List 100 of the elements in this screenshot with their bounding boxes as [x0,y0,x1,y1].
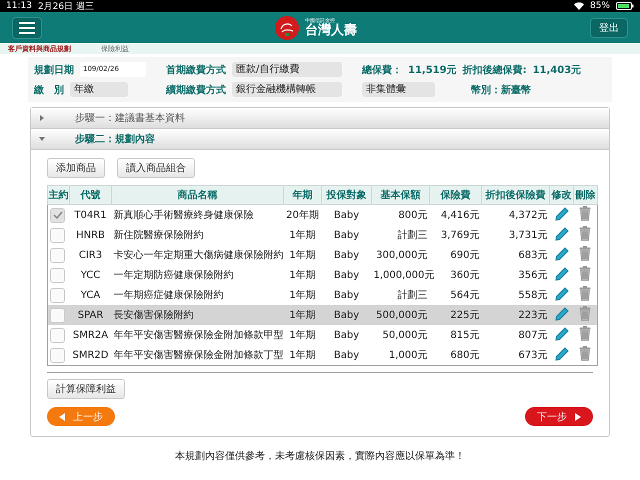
checkbox[interactable] [50,348,65,362]
calculate-button[interactable]: 計算保障利益 [47,379,125,399]
trash-icon[interactable] [579,286,592,301]
table-cell: 年年平安傷害醫療保險金附加條款丁型 [114,350,284,361]
table-cell: 673元 [518,350,548,361]
table-row[interactable]: CIR3 卡安心一年定期重大傷病健康保險附約 1年期 Baby 300,000元 690元 683元 [48,245,598,265]
checkbox[interactable] [50,328,65,342]
table-cell: 4,416元 [440,210,480,221]
table-row[interactable]: YCC 一年定期防癌健康保險附約 1年期 Baby 1,000,000元 360元 356元 [48,265,598,285]
table-cell: SMR2D [72,350,108,360]
table-cell: 680元 [450,350,480,361]
pencil-icon[interactable] [554,286,568,300]
table-row[interactable]: SPAR 長安傷害保險附約 1年期 Baby 500,000元 225元 223元 [48,305,598,325]
table-cell: 1年期 [289,310,316,321]
column-header: 刪除 [574,186,598,204]
table-cell: 815元 [450,330,480,341]
wifi-icon [574,2,584,10]
trash-icon[interactable] [579,346,592,361]
table-cell: 卡安心一年定期重大傷病健康保險附約 [114,250,284,261]
table-cell: 800元 [398,210,428,221]
menu-icon [19,22,35,34]
column-header: 修改 [550,186,574,204]
trash-icon[interactable] [579,306,592,321]
column-header: 年期 [284,186,322,204]
pencil-icon[interactable] [554,346,568,360]
group-billing-select[interactable]: 非集體彙 [362,82,435,97]
table-cell: SMR2A [72,330,108,340]
table-cell: 1年期 [289,250,316,261]
table-cell: 1年期 [289,290,316,301]
table-row[interactable]: SMR2D 年年平安傷害醫療保險金附加條款丁型 1年期 Baby 1,000元 680元 673元 [48,345,598,366]
table-cell: 1年期 [289,350,316,361]
action-button[interactable]: 讀入商品組合 [117,158,195,178]
pencil-icon[interactable] [554,206,568,220]
battery-percent: 85% [590,1,610,11]
table-cell: Baby [334,350,360,360]
date-text: 2月26日 週三 [38,0,94,12]
column-header: 主約 [48,186,70,204]
table-cell: 683元 [518,250,548,261]
table-cell: 1年期 [289,330,316,341]
logo-icon [275,16,299,40]
step-header[interactable]: 步驟一：建議書基本資料 [31,108,609,129]
payment-mode-select[interactable]: 年繳 [70,82,128,97]
trash-icon[interactable] [579,266,592,281]
table-cell: 長安傷害保險附約 [114,310,194,321]
first-payment-select[interactable]: 匯款/自行繳費 [232,62,342,77]
pencil-icon[interactable] [554,226,568,240]
table-row[interactable]: HNRB 新住院醫療保險附約 1年期 Baby 計劃三 3,769元 3,731元 [48,225,598,245]
renewal-payment-select[interactable]: 銀行金融機構轉帳 [232,82,342,97]
table-cell: 計劃三 [398,230,428,241]
table-row[interactable]: SMR2A 年年平安傷害醫療保險金附加條款甲型 1年期 Baby 50,000元 815元 807元 [48,325,598,345]
field-label: 繳 別 [34,84,64,96]
caret-right-icon [575,412,581,420]
table-row[interactable]: T04R1 新真順心手術醫療終身健康保險 20年期 Baby 800元 4,416元 4,372元 [48,204,598,225]
caret-icon [39,136,45,142]
caret-left-icon [59,412,65,420]
trash-icon[interactable] [579,326,592,341]
table-cell: Baby [334,290,360,300]
table-cell: 1年期 [289,230,316,241]
pencil-icon[interactable] [554,246,568,260]
column-header: 折扣後保險費 [482,186,550,204]
checkbox[interactable] [50,228,65,242]
pencil-icon[interactable] [554,306,568,320]
table-cell: 1年期 [289,270,316,281]
disclaimer-text: 本規劃內容僅供參考，未考慮核保因素，實際內容應以保單為準！ [174,450,466,463]
pencil-icon[interactable] [554,266,568,280]
column-header: 投保對象 [322,186,372,204]
table-row[interactable]: YCA 一年期癌症健康保險附約 1年期 Baby 計劃三 564元 558元 [48,285,598,305]
currency-text: 幣別：新臺幣 [471,83,531,96]
table-cell: YCC [80,270,100,280]
table-cell: 50,000元 [382,330,428,341]
checkbox[interactable] [50,288,65,302]
trash-icon[interactable] [579,226,592,241]
total-premium: 11,519元 [408,64,457,76]
column-header: 代號 [70,186,112,204]
table-cell: 558元 [518,290,548,301]
logout-button[interactable]: 登出 [590,18,628,38]
table-cell: Baby [334,210,360,220]
table-cell: 564元 [450,290,480,301]
table-cell: T04R1 [74,210,107,220]
action-button[interactable]: 添加商品 [47,158,105,178]
trash-icon[interactable] [579,246,592,261]
field-label: 續期繳費方式 [166,83,226,96]
table-cell: 225元 [450,310,480,321]
menu-button[interactable] [12,16,42,38]
checkbox[interactable] [50,208,65,222]
table-cell: YCA [80,290,100,300]
table-cell: CIR3 [78,250,102,260]
next-button[interactable]: 下一步 [525,407,593,426]
checkbox[interactable] [50,268,65,282]
checkbox[interactable] [50,308,65,322]
checkbox[interactable] [50,248,65,262]
step-header[interactable]: 步驟二：規劃內容 [31,129,609,150]
total-label: 總保費： [362,64,402,76]
table-cell: Baby [334,250,360,260]
trash-icon[interactable] [579,206,592,221]
table-cell: 年年平安傷害醫療保險金附加條款甲型 [114,330,284,341]
table-cell: 計劃三 [398,290,428,301]
table-cell: 300,000元 [376,250,428,261]
table-cell: 360元 [450,270,480,281]
table-cell: 500,000元 [376,310,428,321]
